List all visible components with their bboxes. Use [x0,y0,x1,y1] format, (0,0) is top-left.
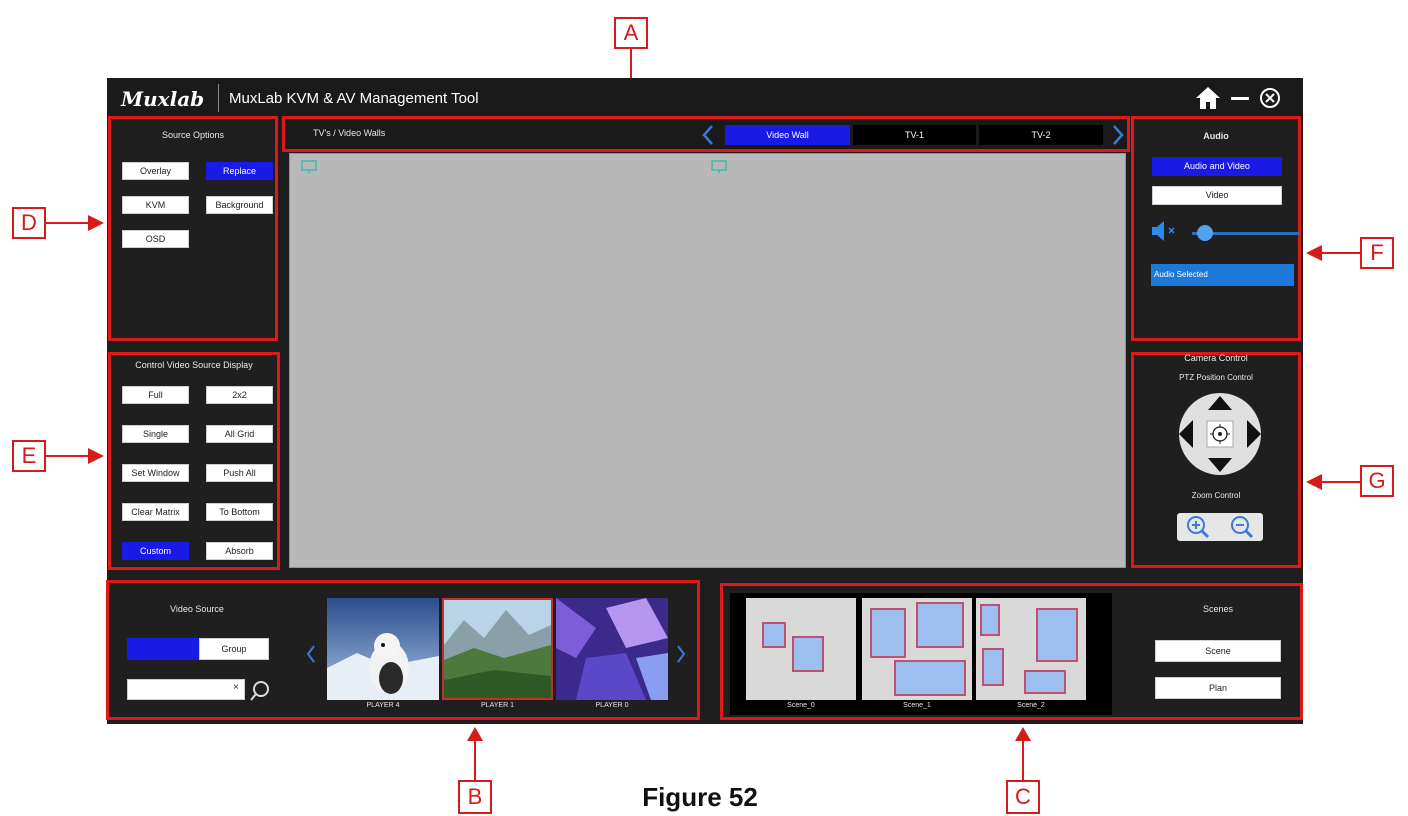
callout-b-line [474,740,476,780]
video-source-title: Video Source [170,604,224,614]
single-button[interactable]: Single [122,425,189,443]
absorb-button[interactable]: Absorb [206,542,273,560]
search-icon[interactable] [249,679,271,703]
background-button[interactable]: Background [206,196,273,214]
kvm-button[interactable]: KVM [122,196,189,214]
tab-tv-1[interactable]: TV-1 [853,125,976,145]
sources-next-icon[interactable] [675,644,687,664]
osd-button[interactable]: OSD [122,230,189,248]
home-icon[interactable] [1195,86,1221,110]
callout-c-arrow [1015,727,1031,741]
scene-window [1036,608,1078,662]
source-options-panel [108,116,278,341]
player-4-thumbnail[interactable] [327,598,439,700]
callout-g: G [1360,465,1394,497]
tab-video-wall[interactable]: Video Wall [725,125,850,145]
camera-title: Camera Control [1184,353,1248,363]
scene-window [916,602,964,648]
control-display-title: Control Video Source Display [135,360,253,370]
scene-window [1024,670,1066,694]
callout-e: E [12,440,46,472]
monitor-icon [711,160,727,174]
figure-caption: Figure 52 [642,782,758,812]
source-options-title: Source Options [161,130,225,140]
zoom-in-icon[interactable] [1185,514,1211,540]
set-window-button[interactable]: Set Window [122,464,189,482]
clear-matrix-button[interactable]: Clear Matrix [122,503,189,521]
scene-0-label: Scene_0 [787,702,815,709]
callout-d: D [12,207,46,239]
replace-button[interactable]: Replace [206,162,273,180]
monitor-icon [301,160,317,174]
custom-button[interactable]: Custom [122,542,189,560]
to-bottom-button[interactable]: To Bottom [206,503,273,521]
ptz-title: PTZ Position Control [1179,373,1253,382]
app-title: MuxLab KVM & AV Management Tool [229,90,479,107]
audio-and-video-button[interactable]: Audio and Video [1152,157,1282,176]
close-icon[interactable] [1259,87,1281,109]
scene-window [762,622,786,648]
callout-b: B [458,780,492,814]
push-all-button[interactable]: Push All [206,464,273,482]
all-grid-button[interactable]: All Grid [206,425,273,443]
scene-button[interactable]: Scene [1155,640,1281,662]
callout-b-arrow [467,727,483,741]
scene-window [870,608,906,658]
overlay-button[interactable]: Overlay [122,162,189,180]
callout-g-line [1320,481,1360,483]
callout-a: A [614,17,648,49]
video-wall-canvas[interactable] [289,153,1126,568]
minimize-icon[interactable] [1231,97,1249,100]
group-button[interactable]: Group [199,638,269,660]
tab-tv-2[interactable]: TV-2 [979,125,1103,145]
ptz-dpad[interactable] [1177,392,1263,476]
player-4-label: PLAYER 4 [366,702,400,709]
zoom-out-icon[interactable] [1229,514,1255,540]
tabs-next-icon[interactable] [1111,124,1125,146]
full-button[interactable]: Full [122,386,189,404]
scenes-title: Scenes [1202,604,1234,614]
callout-f-line [1320,252,1360,254]
scene-window [980,604,1000,636]
scene-2-thumbnail[interactable] [976,598,1086,700]
video-button[interactable]: Video [1152,186,1282,205]
scene-window [982,648,1004,686]
scene-0-thumbnail[interactable] [746,598,856,700]
zoom-title: Zoom Control [1191,491,1241,500]
control-display-panel [108,352,280,570]
callout-e-arrow [88,448,104,464]
2x2-button[interactable]: 2x2 [206,386,273,404]
tabs-prev-icon[interactable] [701,124,715,146]
scene-window [792,636,824,672]
volume-knob[interactable] [1197,225,1213,241]
audio-selected-label: Audio Selected [1154,270,1208,279]
search-clear-icon[interactable]: × [233,682,239,693]
scene-2-label: Scene_2 [1017,702,1045,709]
player-0-thumbnail[interactable] [556,598,668,700]
title-divider [218,84,219,112]
player-1-thumbnail[interactable] [442,598,553,700]
sources-prev-icon[interactable] [305,644,317,664]
callout-d-arrow [88,215,104,231]
callout-d-line [46,222,90,224]
player-1-label: PLAYER 1 [481,702,514,709]
scene-window [894,660,966,696]
audio-title: Audio [1203,131,1229,141]
plan-button[interactable]: Plan [1155,677,1281,699]
mute-icon[interactable] [1151,220,1181,242]
player-0-label: PLAYER 0 [595,702,629,709]
scene-1-thumbnail[interactable] [862,598,972,700]
source-search-input[interactable] [127,679,245,700]
muxlab-logo: Muxlab [121,87,205,111]
scene-1-label: Scene_1 [903,702,931,709]
callout-e-line [46,455,90,457]
callout-c-line [1022,740,1024,780]
tv-walls-title: TV's / Video Walls [313,128,386,138]
title-bar: Muxlab MuxLab KVM & AV Management Tool [107,78,1303,118]
callout-c: C [1006,780,1040,814]
source-toggle-active[interactable] [127,638,199,660]
volume-slider[interactable] [1192,224,1300,242]
callout-f: F [1360,237,1394,269]
